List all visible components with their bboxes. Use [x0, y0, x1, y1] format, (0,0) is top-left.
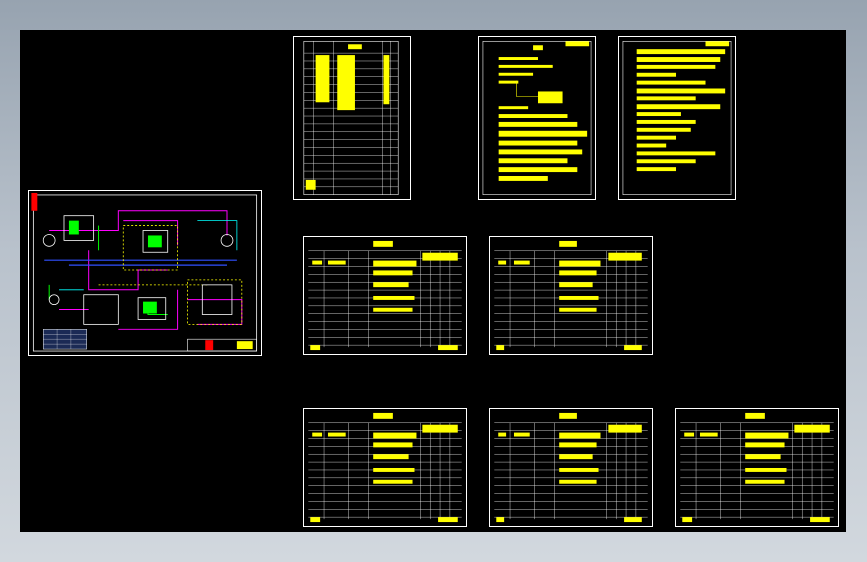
schematic-sheet[interactable]	[28, 190, 262, 356]
table-sheet-4-drawing	[494, 412, 648, 523]
table-sheet-3[interactable]	[303, 408, 467, 527]
table-sheet-4[interactable]	[489, 408, 653, 527]
table-sheet-2[interactable]	[489, 236, 653, 355]
table-sheet-2-drawing	[494, 240, 648, 351]
list-sheet-1-drawing	[303, 41, 399, 195]
notes-sheet-2[interactable]	[618, 36, 736, 200]
drawing-canvas[interactable]	[20, 30, 846, 532]
list-sheet-1[interactable]	[293, 36, 411, 200]
schematic-drawing	[31, 192, 258, 352]
table-sheet-5[interactable]	[675, 408, 839, 527]
notes-sheet-1[interactable]	[478, 36, 596, 200]
table-sheet-3-drawing	[308, 412, 462, 523]
notes-sheet-2-drawing	[622, 41, 732, 195]
table-sheet-5-drawing	[680, 412, 834, 523]
table-sheet-1[interactable]	[303, 236, 467, 355]
table-sheet-1-drawing	[308, 240, 462, 351]
notes-sheet-1-drawing	[482, 41, 592, 195]
title-marker	[31, 192, 38, 211]
